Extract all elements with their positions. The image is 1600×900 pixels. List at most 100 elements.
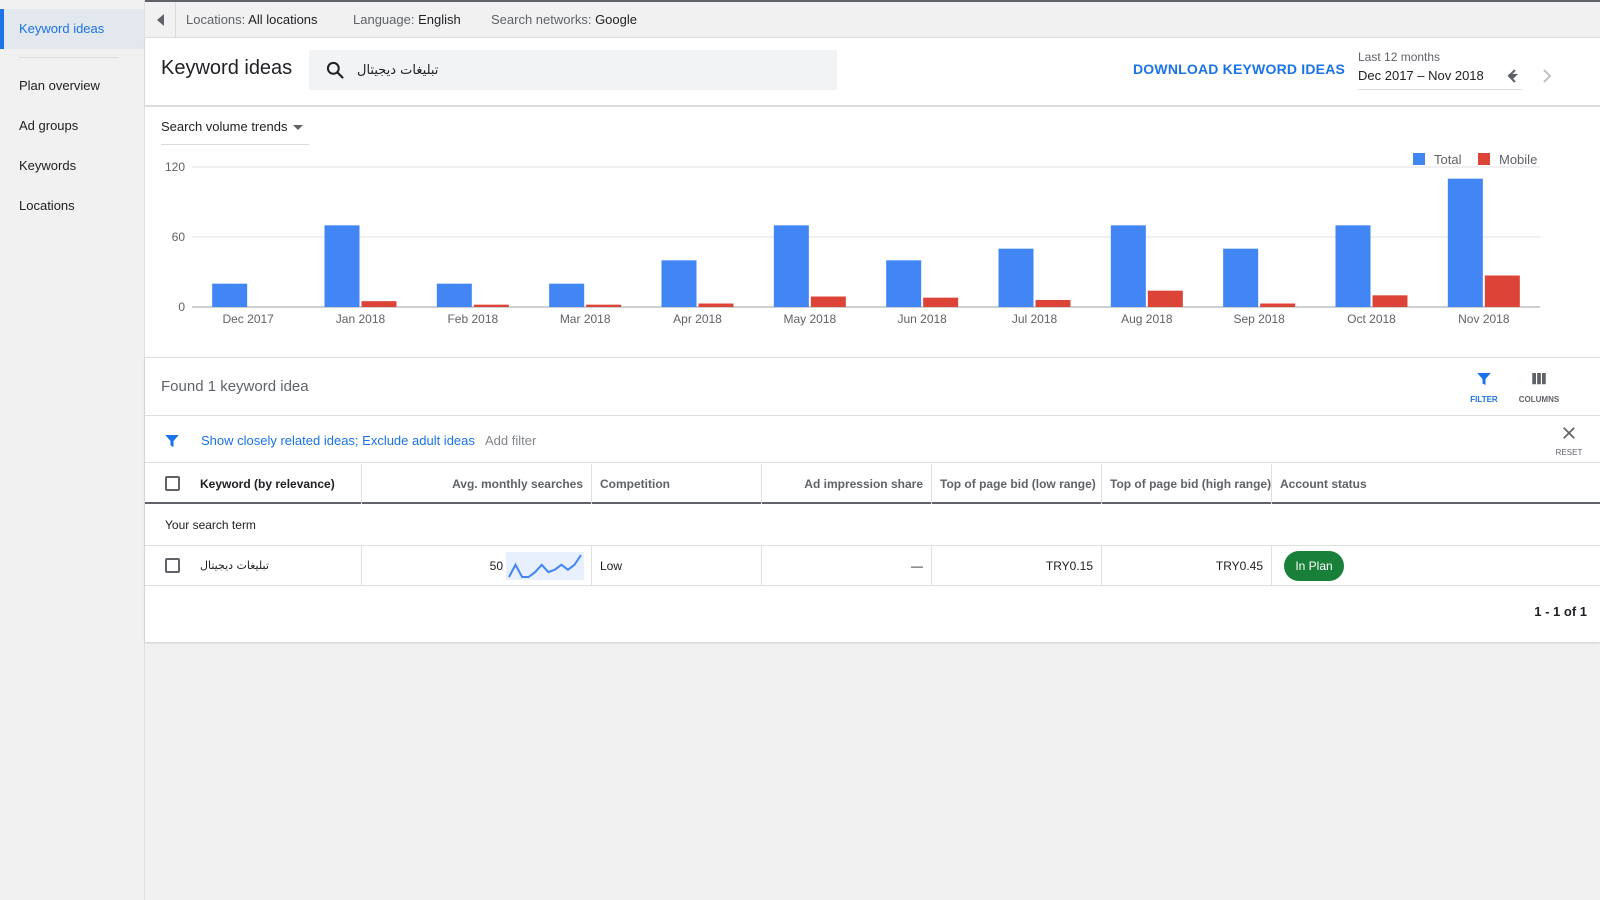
bar-total xyxy=(1223,248,1259,307)
next-period-icon[interactable] xyxy=(1535,64,1559,88)
select-all-checkbox[interactable] xyxy=(165,476,180,491)
bar-mobile xyxy=(923,297,959,307)
results-count: Found 1 keyword idea xyxy=(161,378,309,395)
impression-share-cell: — xyxy=(762,546,932,586)
download-keyword-ideas-button[interactable]: DOWNLOAD KEYWORD IDEAS xyxy=(1133,61,1345,77)
avg-searches-value: 50 xyxy=(489,559,503,573)
bar-mobile xyxy=(698,303,734,307)
bar-mobile xyxy=(586,304,622,307)
bar-total xyxy=(549,283,585,307)
bar-total xyxy=(1447,178,1483,307)
keyword-text: تبليغات ديجيتال xyxy=(200,559,269,572)
filter-icon xyxy=(165,435,179,447)
column-header-avg-monthly-searches[interactable]: Avg. monthly searches xyxy=(362,464,592,504)
sidebar: Keyword ideas Plan overview Ad groups Ke… xyxy=(0,0,145,900)
sidebar-item-locations[interactable]: Locations xyxy=(0,186,144,226)
bar-mobile xyxy=(1260,303,1296,307)
sidebar-item-ad-groups[interactable]: Ad groups xyxy=(0,106,144,146)
sidebar-item-keywords[interactable]: Keywords xyxy=(0,146,144,186)
x-tick-label: Jun 2018 xyxy=(897,312,947,326)
competition-cell: Low xyxy=(592,546,762,586)
language-setting[interactable]: Language: English xyxy=(353,2,461,38)
columns-icon xyxy=(1532,373,1546,385)
y-tick-label: 120 xyxy=(165,160,185,174)
x-tick-label: Apr 2018 xyxy=(673,312,722,326)
table-row: تبليغات ديجيتال 50 Low — TRY0.15 TRY0.45… xyxy=(145,546,1600,586)
search-networks-setting[interactable]: Search networks: Google xyxy=(491,2,637,38)
search-volume-bar-chart: 0 60 120 Dec 2017 Jan 2018 Feb 2018 Mar 2018 Ap… xyxy=(165,160,1540,326)
bar-mobile xyxy=(1035,300,1071,307)
bid-high-cell: TRY0.45 xyxy=(1102,546,1272,586)
keyword-search-box[interactable] xyxy=(309,50,837,90)
bar-total xyxy=(886,260,922,307)
keyword-cell: تبليغات ديجيتال xyxy=(192,546,362,586)
page-title: Keyword ideas xyxy=(161,57,293,79)
keyword-table: Keyword (by relevance) Avg. monthly sear… xyxy=(145,464,1600,586)
networks-key: Search networks: xyxy=(491,12,592,27)
close-icon xyxy=(1563,427,1575,439)
arrow-left-icon xyxy=(156,14,164,26)
bar-total xyxy=(1335,225,1371,307)
bar-total xyxy=(324,225,360,307)
column-header-ad-impression-share[interactable]: Ad impression share xyxy=(762,464,932,504)
bar-mobile xyxy=(810,296,846,307)
bar-mobile xyxy=(1484,275,1520,307)
bar-mobile xyxy=(361,301,397,307)
bar-total xyxy=(998,248,1034,307)
filter-icon xyxy=(1477,373,1491,385)
row-checkbox[interactable] xyxy=(165,558,180,573)
x-tick-label: Aug 2018 xyxy=(1121,312,1173,326)
previous-period-icon[interactable] xyxy=(1500,64,1524,88)
bar-total xyxy=(661,260,697,307)
sidebar-divider xyxy=(19,57,119,58)
reset-label: RESET xyxy=(1555,448,1583,457)
keyword-search-input[interactable] xyxy=(357,50,817,90)
y-tick-label: 0 xyxy=(178,300,185,314)
account-status-cell: In Plan xyxy=(1272,546,1600,586)
sidebar-item-plan-overview[interactable]: Plan overview xyxy=(0,66,144,106)
in-plan-badge[interactable]: In Plan xyxy=(1284,551,1344,581)
active-filter-chip[interactable]: Show closely related ideas; Exclude adul… xyxy=(201,433,475,448)
date-range-value: Dec 2017 – Nov 2018 xyxy=(1358,68,1484,83)
column-header-competition[interactable]: Competition xyxy=(592,464,762,504)
filter-button-label: FILTER xyxy=(1470,395,1498,404)
add-filter-button[interactable]: Add filter xyxy=(485,433,536,448)
active-filters-row: Show closely related ideas; Exclude adul… xyxy=(145,415,1600,463)
collapse-sidebar-button[interactable] xyxy=(145,2,176,38)
bar-total xyxy=(1110,225,1146,307)
page-header: Keyword ideas DOWNLOAD KEYWORD IDEAS Las… xyxy=(145,38,1600,106)
column-header-bid-high[interactable]: Top of page bid (high range) xyxy=(1102,464,1272,504)
filter-button[interactable]: FILTER xyxy=(1462,370,1506,406)
table-header: Keyword (by relevance) Avg. monthly sear… xyxy=(145,464,1600,504)
keyword-results-panel: Found 1 keyword idea FILTER COLUMNS Show… xyxy=(145,357,1600,642)
bar-total xyxy=(212,283,248,307)
networks-value: Google xyxy=(595,12,637,27)
trend-sparkline xyxy=(506,552,584,580)
plan-settings-bar: Locations: All locations Language: Engli… xyxy=(145,0,1600,38)
column-header-keyword[interactable]: Keyword (by relevance) xyxy=(192,464,362,504)
x-tick-label: Sep 2018 xyxy=(1233,312,1285,326)
search-icon xyxy=(326,61,344,79)
search-volume-chart-panel: Search volume trends Total Mobile 0 60 120… xyxy=(145,107,1600,357)
columns-button-label: COLUMNS xyxy=(1518,395,1560,404)
sidebar-item-keyword-ideas[interactable]: Keyword ideas xyxy=(0,9,144,49)
bid-low-cell: TRY0.15 xyxy=(932,546,1102,586)
x-tick-label: Jul 2018 xyxy=(1012,312,1058,326)
columns-button[interactable]: COLUMNS xyxy=(1517,370,1561,406)
locations-value: All locations xyxy=(248,12,318,27)
bar-mobile xyxy=(1147,290,1183,307)
language-value: English xyxy=(418,12,461,27)
x-tick-label: Feb 2018 xyxy=(447,312,498,326)
locations-setting[interactable]: Locations: All locations xyxy=(186,2,318,38)
column-header-account-status[interactable]: Account status xyxy=(1272,464,1600,504)
reset-filters-button[interactable]: RESET xyxy=(1549,424,1589,458)
bar-mobile xyxy=(1372,295,1408,307)
x-tick-label: Mar 2018 xyxy=(560,312,611,326)
locations-key: Locations: xyxy=(186,12,246,27)
bar-mobile xyxy=(473,304,509,307)
date-range-caption: Last 12 months xyxy=(1358,50,1441,64)
x-tick-label: May 2018 xyxy=(783,312,836,326)
date-range-dropdown[interactable]: Dec 2017 – Nov 2018 xyxy=(1358,68,1522,90)
column-header-bid-low[interactable]: Top of page bid (low range) xyxy=(932,464,1102,504)
language-key: Language: xyxy=(353,12,415,27)
